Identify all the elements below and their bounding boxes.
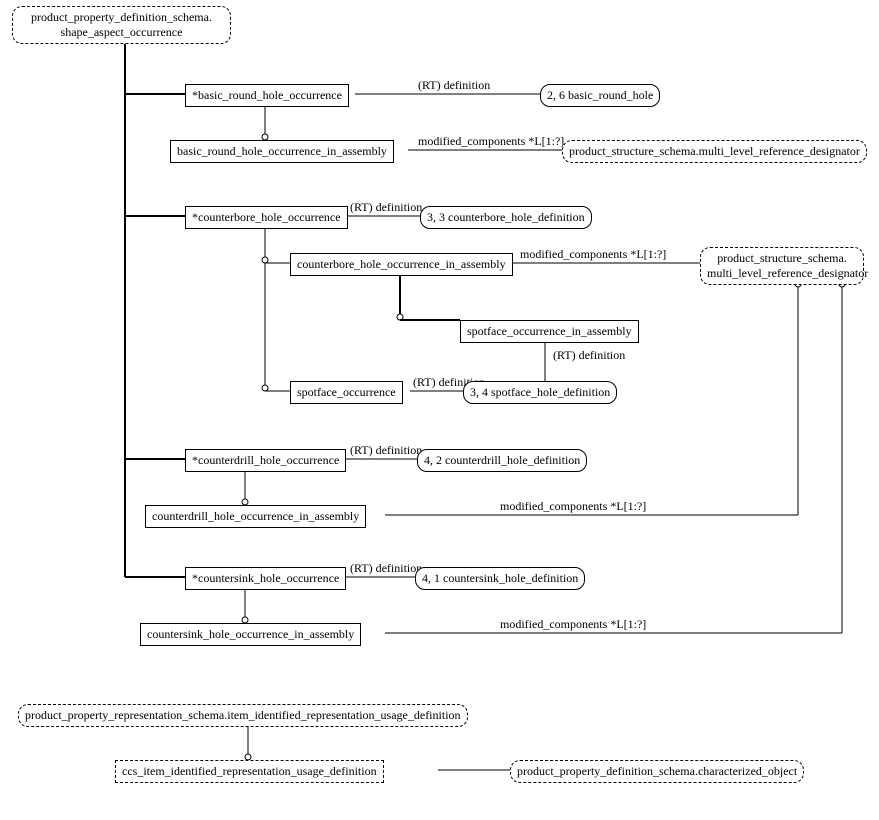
spotface-occurrence: spotface_occurrence	[290, 381, 403, 404]
rt-def-label-1: (RT) definition	[418, 78, 490, 93]
connector-layer	[0, 0, 879, 820]
counterdrill-in-assembly: counterdrill_hole_occurrence_in_assembly	[145, 505, 366, 528]
countersink-occurrence: *countersink_hole_occurrence	[185, 567, 346, 590]
basic-round-hole-occurrence: *basic_round_hole_occurrence	[185, 84, 349, 107]
root-entity: product_property_definition_schema. shap…	[12, 6, 231, 44]
rt-def-label-5: (RT) definition	[350, 443, 422, 458]
root-line2: shape_aspect_occurrence	[61, 25, 183, 39]
counterdrill-occurrence: *counterdrill_hole_occurrence	[185, 449, 346, 472]
spotface-def: 3, 4 spotface_hole_definition	[463, 381, 617, 404]
ccs-item: ccs_item_identified_representation_usage…	[115, 760, 384, 783]
pss-mlrd-multi: product_structure_schema. multi_level_re…	[700, 247, 864, 285]
mod-comp-label-1: modified_components *L[1:?]	[418, 134, 564, 149]
pss-mlrd-line1: product_structure_schema.	[717, 251, 847, 265]
char-object: product_property_definition_schema.chara…	[510, 760, 804, 783]
pss-mlrd-single: product_structure_schema.multi_level_ref…	[562, 140, 867, 163]
rt-def-label-6: (RT) definition	[350, 561, 422, 576]
mod-comp-label-2: modified_components *L[1:?]	[520, 247, 666, 262]
rt-def-label-2: (RT) definition	[350, 200, 422, 215]
basic-round-hole: 2, 6 basic_round_hole	[540, 84, 660, 107]
pss-mlrd-line2: multi_level_reference_designator	[707, 266, 868, 280]
counterbore-occurrence: *counterbore_hole_occurrence	[185, 206, 348, 229]
counterbore-in-assembly: counterbore_hole_occurrence_in_assembly	[290, 253, 513, 276]
mod-comp-label-3: modified_components *L[1:?]	[500, 499, 646, 514]
mod-comp-label-4: modified_components *L[1:?]	[500, 617, 646, 632]
rep-usage-def: product_property_representation_schema.i…	[18, 704, 468, 727]
counterdrill-def: 4, 2 counterdrill_hole_definition	[417, 449, 587, 472]
basic-in-assembly: basic_round_hole_occurrence_in_assembly	[170, 140, 394, 163]
spotface-in-assembly: spotface_occurrence_in_assembly	[460, 320, 639, 343]
counterbore-def: 3, 3 counterbore_hole_definition	[420, 206, 592, 229]
countersink-def: 4, 1 countersink_hole_definition	[415, 567, 585, 590]
rt-def-label-3: (RT) definition	[553, 348, 625, 363]
countersink-in-assembly: countersink_hole_occurrence_in_assembly	[140, 623, 361, 646]
root-line1: product_property_definition_schema.	[31, 10, 212, 24]
